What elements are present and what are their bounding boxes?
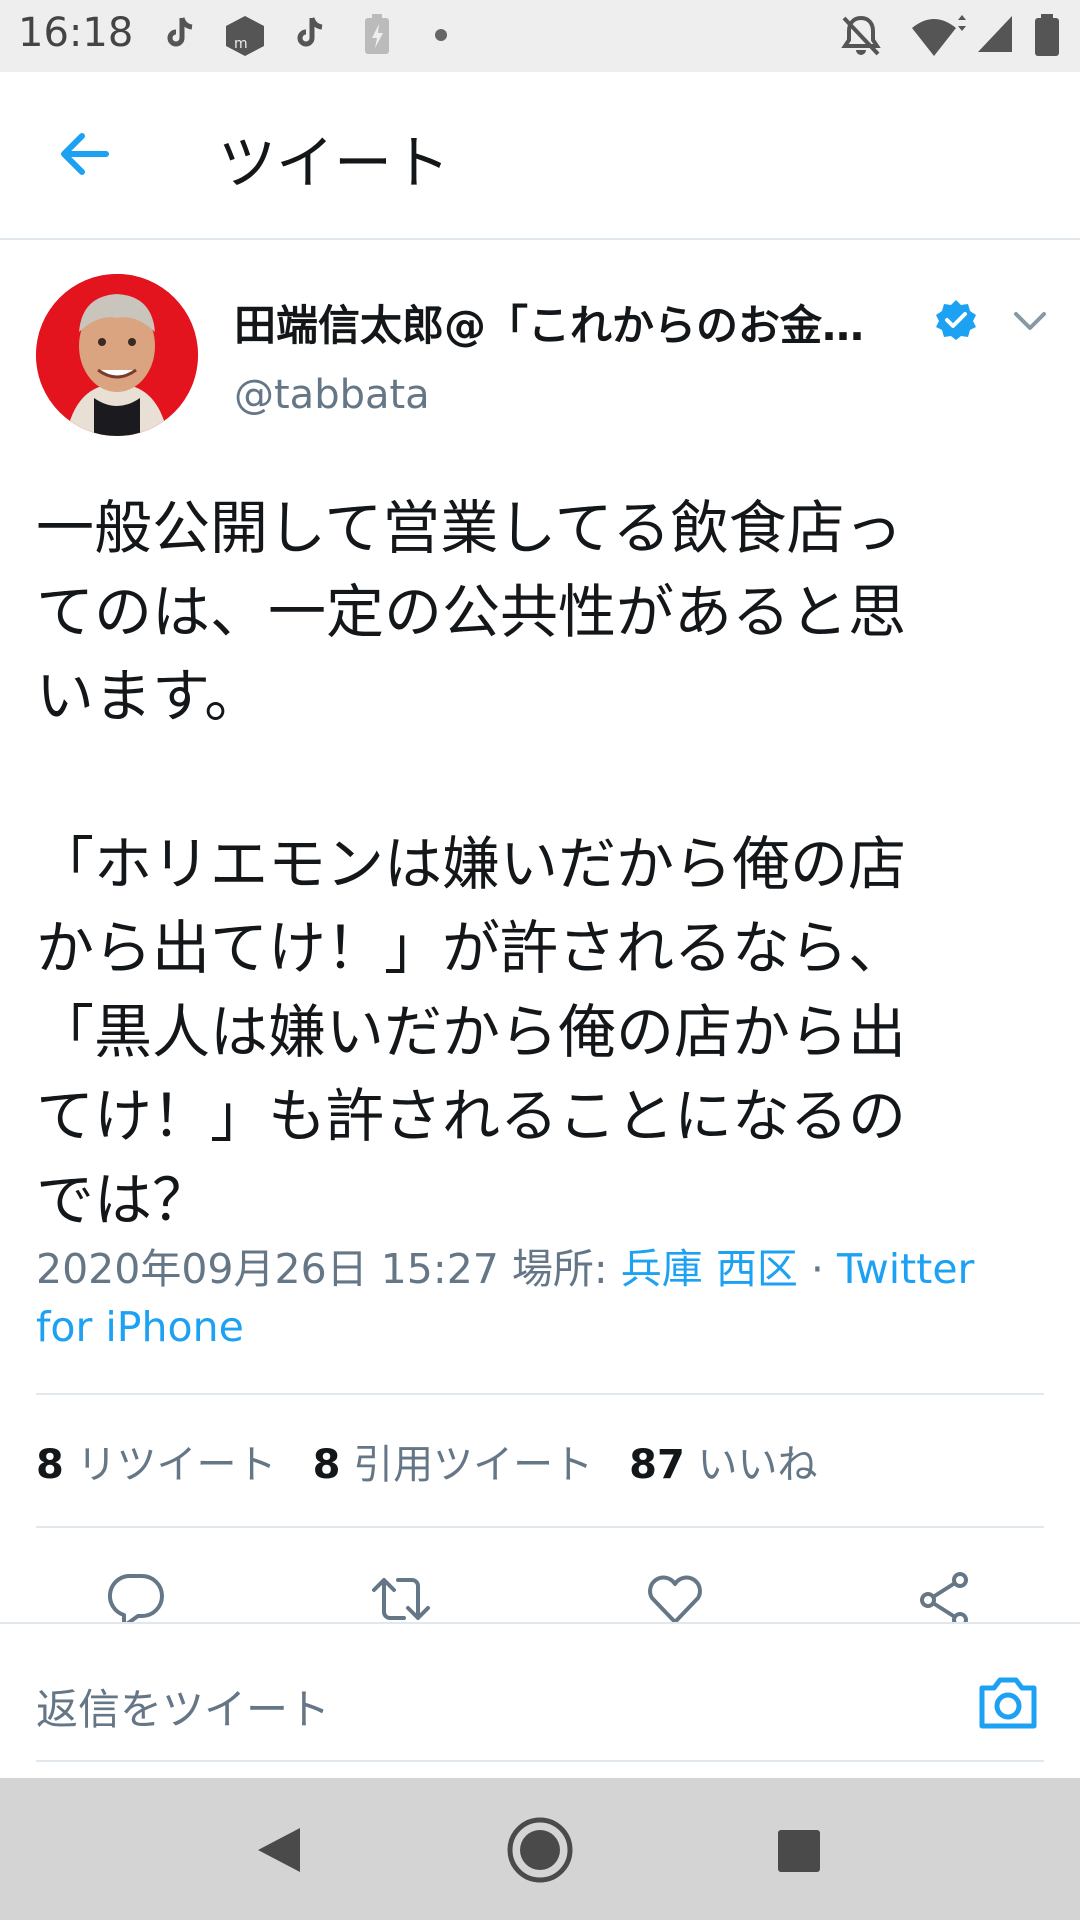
battery-saver-icon: [365, 14, 389, 54]
nav-home-icon[interactable]: [506, 1816, 574, 1884]
location-link[interactable]: 兵庫 西区: [621, 1245, 798, 1293]
tiktok-icon-2: [297, 17, 323, 47]
cell-signal-icon: [978, 16, 1012, 52]
quotes-count: 8: [312, 1442, 341, 1488]
chevron-down-icon[interactable]: [1010, 306, 1050, 336]
tweet-stats: 8 リツイート 8 引用ツイート 87 いいね: [36, 1432, 818, 1490]
reply-icon[interactable]: [104, 1570, 166, 1628]
notification-dot-icon: [435, 29, 447, 41]
share-icon[interactable]: [914, 1570, 976, 1628]
wifi-icon: [912, 15, 966, 56]
tiktok-icon: [167, 17, 193, 47]
author-handle[interactable]: @tabbata: [234, 372, 430, 418]
likes-label: いいね: [697, 1442, 818, 1488]
tweet-text: 一般公開して営業してる飲食店っ てのは、一定の公共性があると思 います。 「ホリ…: [36, 494, 907, 1234]
status-bar: 16:18 m: [0, 0, 1080, 72]
nav-back-icon[interactable]: [254, 1824, 304, 1876]
top-app-bar: ツイート: [0, 72, 1080, 240]
avatar[interactable]: [36, 274, 198, 436]
svg-text:m: m: [234, 36, 248, 52]
reply-bar: 返信をツイート: [0, 1622, 1080, 1778]
tweet-meta: 2020年09月26日 15:27 場所: 兵庫 西区 · Twitter fo…: [36, 1240, 1036, 1356]
retweets-count: 8: [36, 1442, 64, 1488]
retweets-stat[interactable]: 8 リツイート: [36, 1442, 277, 1488]
divider: [36, 1393, 1044, 1395]
camera-icon[interactable]: [976, 1672, 1040, 1732]
author-name[interactable]: 田端信太郎@「これからのお金…: [234, 292, 864, 353]
likes-count: 87: [629, 1442, 685, 1488]
battery-icon: [1035, 14, 1059, 56]
system-nav-bar: [0, 1778, 1080, 1920]
retweet-icon[interactable]: [370, 1570, 432, 1628]
retweets-label: リツイート: [76, 1442, 277, 1488]
back-arrow-icon[interactable]: [56, 126, 112, 182]
location-label: 場所:: [511, 1245, 608, 1293]
tweet-timestamp: 2020年09月26日 15:27: [36, 1245, 499, 1293]
quotes-stat[interactable]: 8 引用ツイート: [313, 1442, 594, 1488]
divider: [36, 1526, 1044, 1528]
nav-recents-icon[interactable]: [776, 1828, 822, 1874]
app-cube-icon: m: [226, 16, 264, 56]
like-icon[interactable]: [644, 1570, 706, 1628]
notifications-off-icon: [841, 15, 881, 56]
reply-input[interactable]: 返信をツイート: [36, 1676, 330, 1737]
likes-stat[interactable]: 87 いいね: [629, 1442, 817, 1488]
quotes-label: 引用ツイート: [353, 1442, 594, 1488]
status-time: 16:18: [18, 10, 134, 56]
avatar-photo: [36, 274, 198, 436]
reply-underline: [36, 1760, 1044, 1762]
meta-separator: ·: [810, 1245, 824, 1293]
page-title: ツイート: [218, 129, 451, 197]
verified-badge-icon: [936, 300, 976, 340]
